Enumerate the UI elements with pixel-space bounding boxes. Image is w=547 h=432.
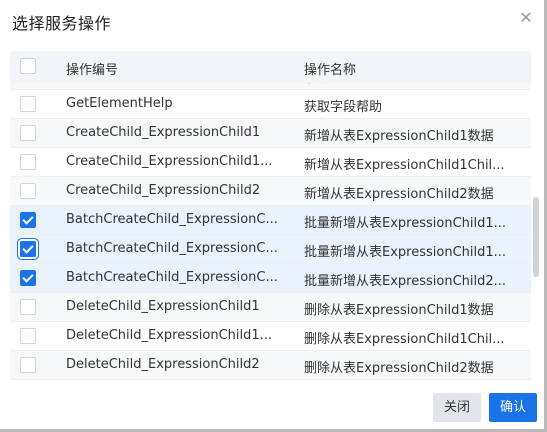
- table-row[interactable]: CreateChild_ExpressionChild2 新增从表Expressi…: [10, 177, 531, 206]
- table-scrollbar[interactable]: [531, 83, 541, 381]
- row-checkbox[interactable]: [20, 328, 36, 344]
- operation-code: CreateChild_ExpressionChild1: [66, 125, 261, 140]
- operation-code: DeleteChild_ExpressionChild1: [66, 299, 260, 314]
- operation-name: 批量新增从表ExpressionChild1...: [304, 216, 507, 231]
- table-row[interactable]: DeleteChild_ExpressionChild2 删除从表Expressi…: [10, 351, 531, 380]
- operation-code: CreateChild_ExpressionChild1...: [66, 154, 273, 169]
- column-header-name: 操作名称: [304, 63, 357, 78]
- operation-name: 取消: [304, 83, 519, 86]
- table-row[interactable]: CreateChild_ExpressionChild1... 新增从表Expre…: [10, 148, 531, 177]
- operation-name: 获取字段帮助: [304, 100, 383, 115]
- close-button[interactable]: 关闭: [433, 393, 481, 422]
- table-row[interactable]: BatchCreateChild_ExpressionC... 批量新增从表Exp…: [10, 235, 531, 264]
- close-icon[interactable]: ✕: [518, 10, 534, 26]
- operation-name: 删除从表ExpressionChild1Chil...: [304, 332, 505, 347]
- table-header: 操作编号 操作名称: [10, 51, 531, 83]
- operation-code: BatchCreateChild_ExpressionC...: [66, 241, 278, 256]
- table-row[interactable]: BatchCreateChild_ExpressionC... 批量新增从表Exp…: [10, 206, 531, 235]
- operation-code: BatchCreateChild_ExpressionC...: [66, 212, 278, 227]
- operation-name: 批量新增从表ExpressionChild2...: [304, 274, 507, 289]
- row-checkbox[interactable]: [20, 183, 36, 199]
- select-all-checkbox[interactable]: [20, 58, 36, 74]
- operation-code: DeleteChild_ExpressionChild2: [66, 357, 260, 372]
- table-row[interactable]: Cancel取消: [10, 83, 531, 90]
- select-service-operation-dialog: 选择服务操作 ✕ 操作编号 操作名称 Cancel取消GetElementHel…: [0, 0, 544, 429]
- operation-name: 删除从表ExpressionChild2数据: [304, 361, 494, 376]
- operations-table: 操作编号 操作名称 Cancel取消 GetElementHelp 获取字段帮助 Cr…: [10, 51, 531, 381]
- operation-name: 批量新增从表ExpressionChild1...: [304, 245, 507, 260]
- operation-name: 新增从表ExpressionChild1Chil...: [304, 158, 505, 173]
- dialog-title: 选择服务操作: [12, 14, 112, 33]
- table-body[interactable]: Cancel取消 GetElementHelp 获取字段帮助 CreateChild_…: [10, 83, 531, 381]
- table-row[interactable]: DeleteChild_ExpressionChild1... 删除从表Expre…: [10, 322, 531, 351]
- scrollbar-thumb[interactable]: [533, 197, 539, 277]
- row-checkbox[interactable]: [20, 299, 36, 315]
- operation-code: GetElementHelp: [66, 96, 173, 111]
- operation-name: 新增从表ExpressionChild2数据: [304, 187, 494, 202]
- table-row[interactable]: GetElementHelp 获取字段帮助: [10, 90, 531, 119]
- table-row[interactable]: BatchCreateChild_ExpressionC... 批量新增从表Exp…: [10, 264, 531, 293]
- row-checkbox[interactable]: [20, 357, 36, 373]
- table-row[interactable]: DeleteChild_ExpressionChild1 删除从表Expressi…: [10, 293, 531, 322]
- operation-code: DeleteChild_ExpressionChild1...: [66, 328, 273, 343]
- confirm-button[interactable]: 确认: [489, 393, 537, 422]
- operation-name: 新增从表ExpressionChild1数据: [304, 129, 494, 144]
- column-header-code: 操作编号: [66, 63, 119, 78]
- row-checkbox[interactable]: [20, 212, 36, 228]
- row-checkbox[interactable]: [20, 125, 36, 141]
- row-checkbox[interactable]: [20, 96, 36, 112]
- table-row[interactable]: CreateChild_ExpressionChild1 新增从表Expressi…: [10, 119, 531, 148]
- operation-code: BatchCreateChild_ExpressionC...: [66, 270, 278, 285]
- operation-name: 删除从表ExpressionChild1数据: [304, 303, 494, 318]
- operation-code: CreateChild_ExpressionChild2: [66, 183, 261, 198]
- row-checkbox[interactable]: [20, 154, 36, 170]
- row-checkbox[interactable]: [20, 270, 36, 286]
- row-checkbox[interactable]: [20, 241, 36, 257]
